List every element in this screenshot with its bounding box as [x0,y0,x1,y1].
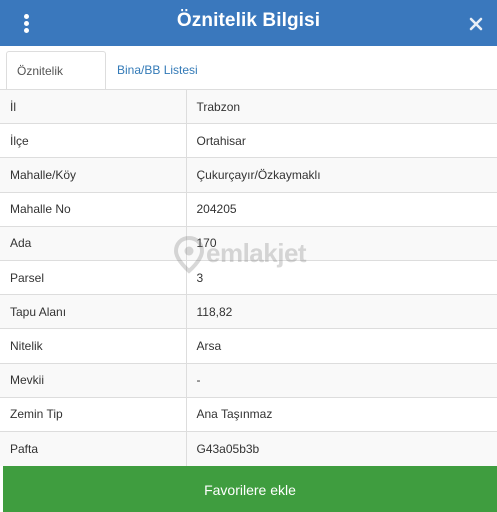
row-key: Tapu Alanı [0,294,187,329]
row-value: 170 [186,225,497,261]
table-row: İl Trabzon [0,89,497,124]
table-row: Tapu Alanı 118,82 [0,294,497,329]
row-key: Zemin Tip [0,396,187,432]
row-value: 3 [186,259,497,295]
tab-oznitelik-bilgisi[interactable]: Öznitelik Bilgisi [6,51,106,116]
table-row: Pafta G43a05b3b [0,430,497,466]
table-row: Nitelik Arsa [0,328,497,363]
row-value: G43a05b3b [186,430,497,466]
row-value: 204205 [186,191,497,227]
row-key: Mahalle/Köy [0,157,187,193]
row-value: Trabzon [186,89,497,124]
table-row: Mahalle No 204205 [0,191,497,227]
table-row: Mevkii - [0,362,497,398]
tab-bina-bb-listesi[interactable]: Bina/BB Listesi [107,51,208,91]
tab-bar: Öznitelik Bilgisi Bina/BB Listesi [0,46,497,116]
row-key: Ada [0,225,187,261]
row-value: Çukurçayır/Özkaymaklı [186,157,497,193]
dialog-title: Öznitelik Bilgisi [176,10,321,31]
row-key: Mahalle No [0,191,187,227]
dialog-header: Öznitelik Bilgisi [0,0,497,46]
row-key: İl [0,89,187,124]
row-value: Ortahisar [186,123,497,158]
row-value: 118,82 [186,294,497,329]
attribute-table: İl Trabzon İlçe Ortahisar Mahalle/Köy Çu… [0,89,497,466]
row-value: Ana Taşınmaz [186,396,497,432]
table-row: İlçe Ortahisar [0,123,497,158]
row-value: - [186,362,497,398]
row-key: Mevkii [0,362,187,398]
table-row: Ada 170 [0,225,497,261]
row-key: Pafta [0,430,187,466]
table-row: Parsel 3 [0,259,497,295]
row-key: Nitelik [0,328,187,363]
add-to-favorites-button[interactable]: Favorilere ekle [3,466,497,512]
row-key: Parsel [0,259,187,295]
table-row: Zemin Tip Ana Taşınmaz [0,396,497,432]
table-row: Mahalle/Köy Çukurçayır/Özkaymaklı [0,157,497,193]
close-icon[interactable] [467,12,485,34]
row-key: İlçe [0,123,187,158]
row-value: Arsa [186,328,497,363]
